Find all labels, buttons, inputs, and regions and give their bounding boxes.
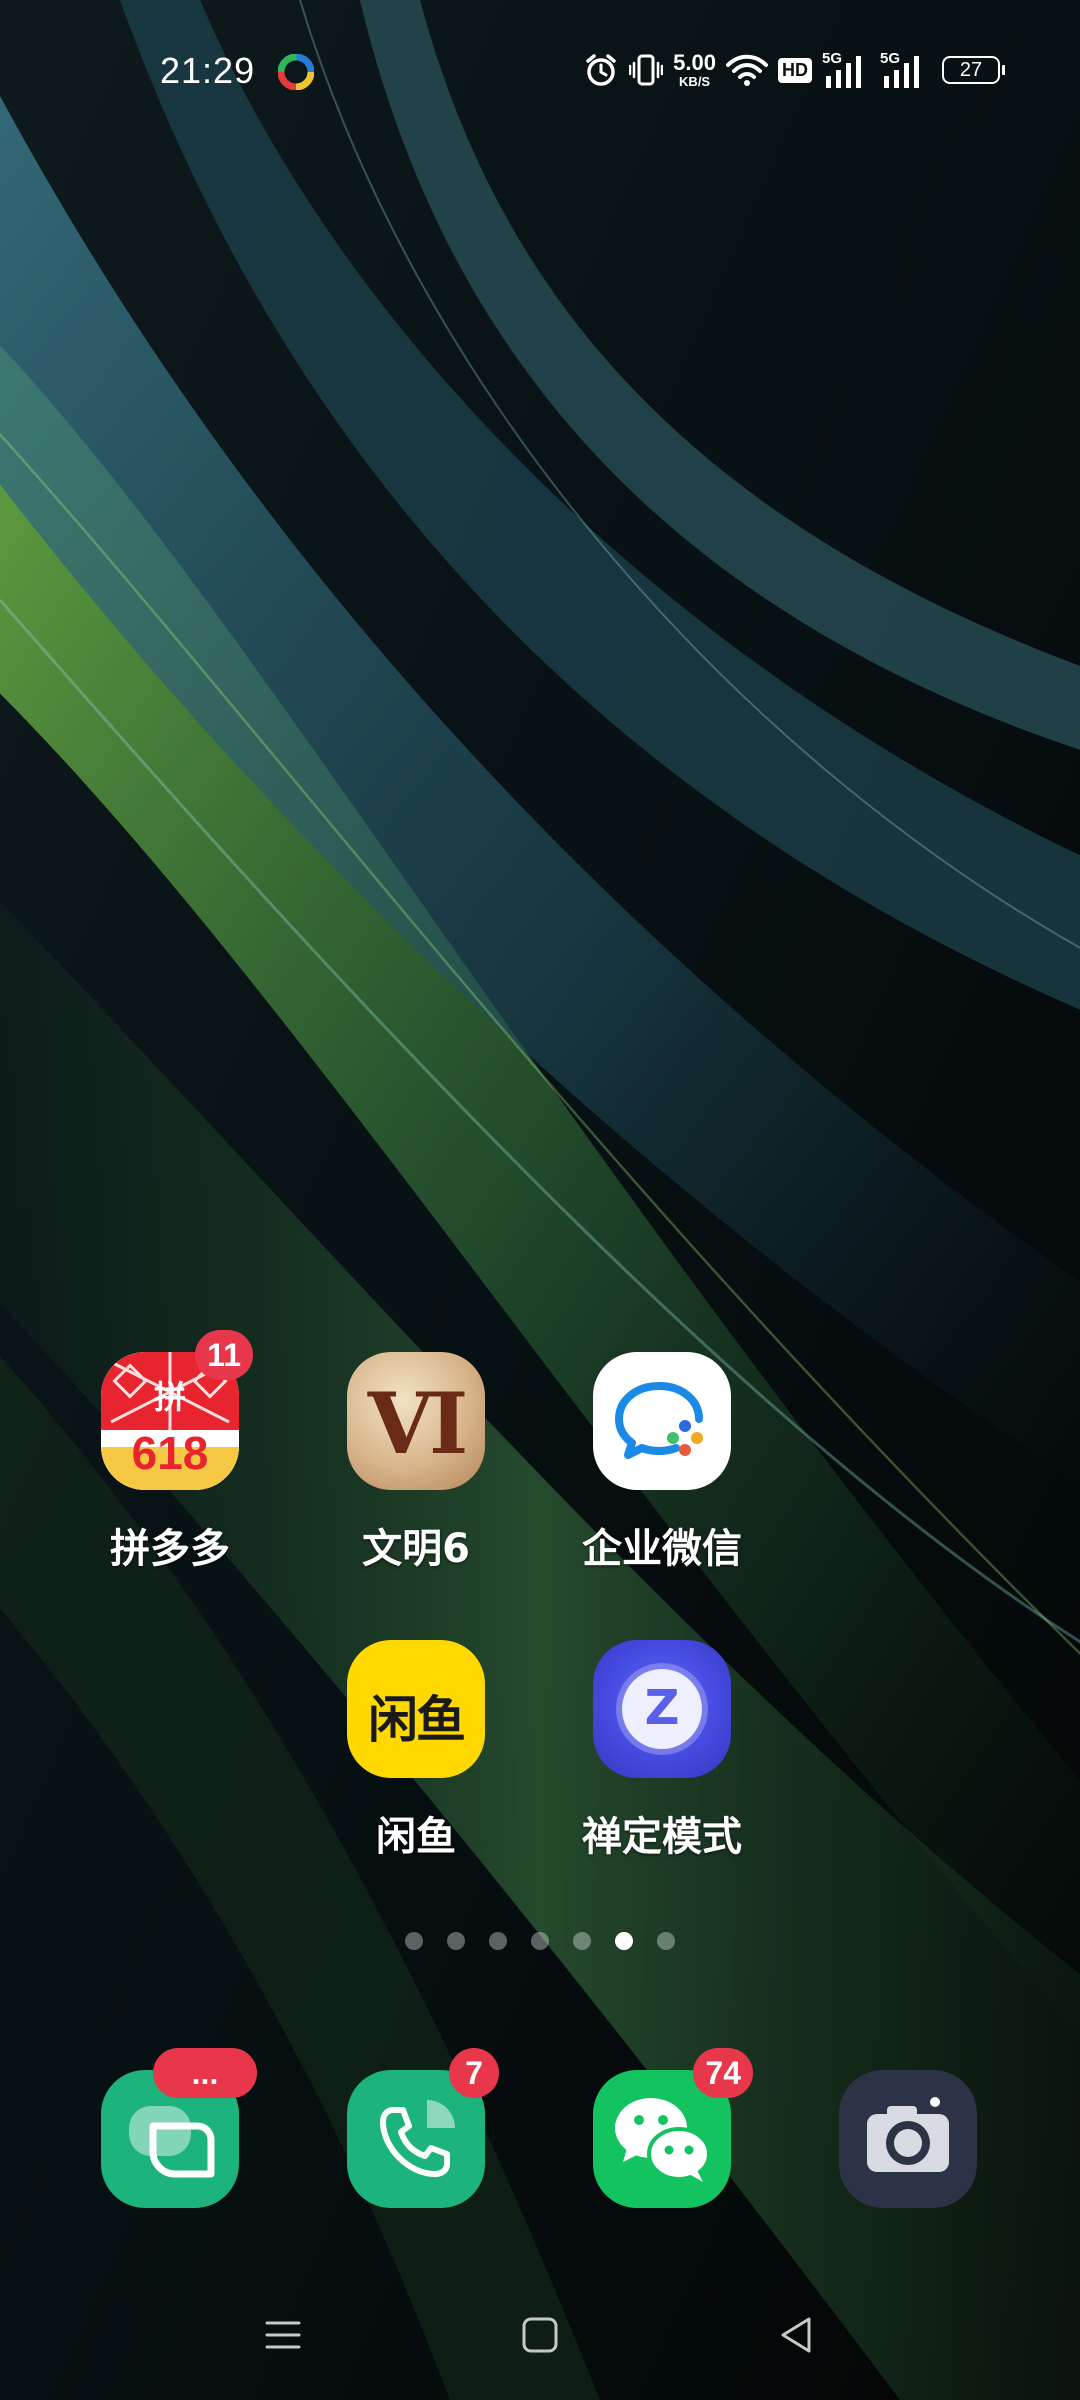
pinduoduo-logo-number: 618 [131,1427,209,1479]
page-indicator[interactable] [0,1932,1080,1950]
app-label: 文明6 [362,1526,470,1572]
battery-indicator: 27 [942,56,1005,84]
app-label: 企业微信 [582,1526,742,1572]
notification-app-icon [278,54,314,90]
app-xianyu[interactable]: 闲鱼 闲鱼 [316,1640,516,1862]
sim1-signal: 5G [822,50,870,90]
notification-badge: ... [153,2048,257,2098]
page-dot[interactable] [573,1932,591,1950]
menu-icon [265,2321,301,2349]
network-speed-unit: KB/S [679,74,711,89]
signal-bars-icon [884,56,919,88]
status-bar: 21:29 5.00 KB/S HD 5G 5G 27 [0,0,1080,140]
dock-messages[interactable]: ... [70,2048,270,2208]
wecom-app-icon[interactable] [593,1352,731,1490]
camera-icon [867,2097,949,2172]
recent-apps-button[interactable] [238,2290,328,2380]
back-button[interactable] [752,2290,842,2380]
notification-badge: 7 [449,2048,499,2098]
notification-badge: 74 [693,2048,753,2098]
app-label: 禅定模式 [582,1814,742,1860]
app-label: 拼多多 [110,1526,230,1572]
app-wecom[interactable]: 企业微信 [562,1352,762,1574]
page-dot-active[interactable] [615,1932,633,1950]
xianyu-logo-text: 闲鱼 [368,1691,466,1749]
pinduoduo-app-icon[interactable]: 拼 618 11 [101,1330,253,1490]
wallpaper [0,0,1080,2400]
page-dot[interactable] [657,1932,675,1950]
messages-app-icon[interactable]: ... [101,2048,257,2208]
network-speed-value: 5.00 [673,50,716,75]
wechat-app-icon[interactable]: 74 [593,2048,753,2208]
wecom-logo-icon [615,1382,703,1459]
home-screen: 21:29 5.00 KB/S HD 5G 5G 27 拼 618 11 拼多多… [0,0,1080,2400]
dock-camera[interactable] [808,2070,1008,2208]
app-label: 闲鱼 [376,1814,456,1860]
wifi-icon [726,54,768,86]
network-speed: 5.00 KB/S [673,50,716,89]
civilization6-app-icon[interactable]: VI [347,1352,485,1490]
app-civilization6[interactable]: VI 文明6 [316,1352,516,1574]
hd-voice-badge: HD [778,57,812,83]
xianyu-app-icon[interactable]: 闲鱼 [347,1640,485,1778]
page-dot[interactable] [531,1932,549,1950]
page-dot[interactable] [405,1932,423,1950]
phone-app-icon[interactable]: 7 [347,2048,499,2208]
status-clock: 21:29 [160,50,256,91]
civilization6-logo-text: VI [367,1374,468,1473]
page-dot[interactable] [489,1932,507,1950]
dock-phone[interactable]: 7 [316,2048,516,2208]
notification-badge: 11 [195,1330,253,1380]
camera-app-icon[interactable] [839,2070,977,2208]
vibrate-icon [629,54,664,86]
zen-mode-app-icon[interactable]: Z [593,1640,731,1778]
battery-level: 27 [959,58,983,81]
navigation-bar [0,2290,1080,2380]
status-icons: 5.00 KB/S HD 5G 5G 27 [583,48,1005,92]
zen-mode-logo-letter: Z [644,1680,680,1736]
back-triangle-icon [781,2317,811,2353]
page-dot[interactable] [447,1932,465,1950]
home-button[interactable] [495,2290,585,2380]
alarm-icon [586,54,616,86]
signal-bars-icon [826,56,861,88]
sim2-signal: 5G [880,50,928,90]
app-pinduoduo[interactable]: 拼 618 11 拼多多 [70,1330,270,1574]
app-zen-mode[interactable]: Z 禅定模式 [562,1640,762,1862]
home-square-icon [522,2317,558,2353]
dock-wechat[interactable]: 74 [562,2048,762,2208]
